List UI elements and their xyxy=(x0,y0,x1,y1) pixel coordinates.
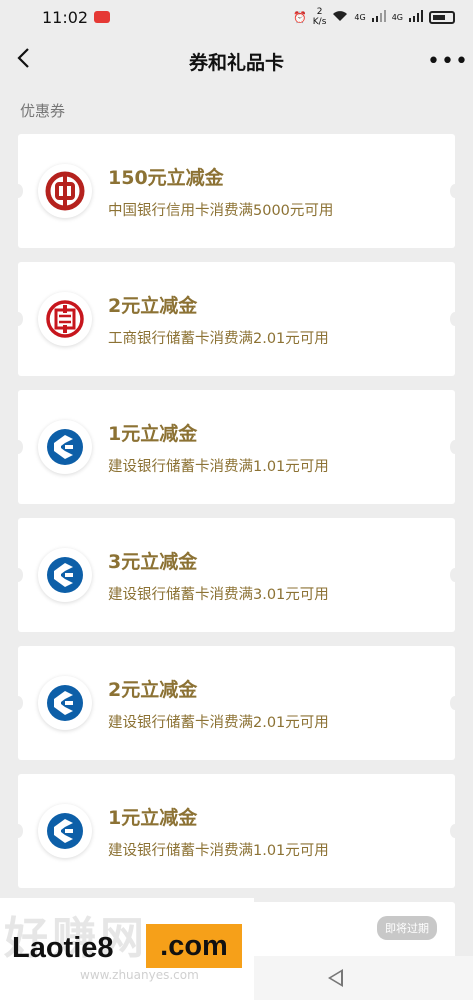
coupon-desc: 建设银行储蓄卡消费满1.01元可用 xyxy=(108,842,329,859)
coupon-amount: 3元立减金 xyxy=(108,550,198,573)
coupon-amount: 2元立减金 xyxy=(108,678,198,701)
coupon-text: 150元立减金 中国银行信用卡消费满5000元可用 xyxy=(108,163,333,220)
status-right: ⏰ 2 K/s 4G 4G xyxy=(293,7,455,27)
coupon-amount: 1元立减金 xyxy=(108,806,198,829)
ccb-logo-icon xyxy=(38,804,92,858)
network-speed-unit: K/s xyxy=(312,17,327,27)
coupon-desc: 工商银行储蓄卡消费满2.01元可用 xyxy=(108,330,329,347)
coupon-amount: 1元立减金 xyxy=(108,422,198,445)
ccb-logo-icon xyxy=(38,420,92,474)
coupon-desc: 建设银行储蓄卡消费满2.01元可用 xyxy=(108,714,329,731)
notification-app-icon xyxy=(94,11,111,23)
coupon-amount: 150元立减金 xyxy=(108,166,224,189)
coupon-card[interactable]: 150元立减金 中国银行信用卡消费满5000元可用 xyxy=(18,134,455,248)
coupon-card[interactable]: 3元立减金 建设银行储蓄卡消费满3.01元可用 xyxy=(18,518,455,632)
nav-bar: 券和礼品卡 ••• xyxy=(0,34,473,88)
expiring-badge: 即将过期 xyxy=(377,916,437,940)
watermark-main-text: Laotie8 xyxy=(12,932,114,964)
coupon-card[interactable]: 2元立减金 建设银行储蓄卡消费满2.01元可用 xyxy=(18,646,455,760)
alarm-icon: ⏰ xyxy=(293,10,307,24)
coupon-desc: 建设银行储蓄卡消费满3.01元可用 xyxy=(108,586,329,603)
coupon-desc: 中国银行信用卡消费满5000元可用 xyxy=(108,202,334,219)
status-time: 11:02 xyxy=(42,7,89,27)
battery-icon xyxy=(429,10,455,24)
coupon-text: 2元立减金 工商银行储蓄卡消费满2.01元可用 xyxy=(108,291,329,348)
coupon-text: 3元立减金 建设银行储蓄卡消费满3.01元可用 xyxy=(108,547,329,604)
signal-icon-2 xyxy=(409,9,423,25)
coupon-text: 1元立减金 建设银行储蓄卡消费满1.01元可用 xyxy=(108,803,329,860)
coupon-amount: 2元立减金 xyxy=(108,294,198,317)
watermark: 好赚网 Laotie8 .com www.zhuanyes.com xyxy=(0,898,254,1000)
coupon-desc: 建设银行储蓄卡消费满1.01元可用 xyxy=(108,458,329,475)
coupon-text: 2元立减金 建设银行储蓄卡消费满2.01元可用 xyxy=(108,675,329,732)
ccb-logo-icon xyxy=(38,676,92,730)
status-left: 11:02 xyxy=(42,7,111,27)
coupon-card[interactable]: 1元立减金 建设银行储蓄卡消费满1.01元可用 xyxy=(18,390,455,504)
section-title: 优惠券 xyxy=(20,101,66,120)
signal-label-2: 4G xyxy=(391,12,403,22)
coupon-text: 1元立减金 建设银行储蓄卡消费满1.01元可用 xyxy=(108,419,329,476)
back-button-icon[interactable] xyxy=(328,969,343,987)
coupon-list: 150元立减金 中国银行信用卡消费满5000元可用 2元立减金 工商银行储蓄卡消… xyxy=(0,134,473,888)
network-speed: 2 K/s xyxy=(313,7,327,27)
status-bar: 11:02 ⏰ 2 K/s 4G 4G xyxy=(0,0,473,34)
icbc-logo-icon xyxy=(38,292,92,346)
boc-logo-icon xyxy=(38,164,92,218)
watermark-com-text: .com xyxy=(146,924,242,968)
page-title: 券和礼品卡 xyxy=(188,51,284,74)
coupon-card[interactable]: 2元立减金 工商银行储蓄卡消费满2.01元可用 xyxy=(18,262,455,376)
more-icon[interactable]: ••• xyxy=(427,49,468,74)
watermark-sub-text: www.zhuanyes.com xyxy=(80,968,199,982)
signal-icon-1 xyxy=(371,9,386,25)
back-icon[interactable] xyxy=(16,46,46,76)
coupon-card[interactable]: 1元立减金 建设银行储蓄卡消费满1.01元可用 xyxy=(18,774,455,888)
wifi-icon xyxy=(332,10,348,25)
ccb-logo-icon xyxy=(38,548,92,602)
signal-label-1: 4G xyxy=(354,12,366,22)
network-speed-value: 2 xyxy=(316,7,323,17)
